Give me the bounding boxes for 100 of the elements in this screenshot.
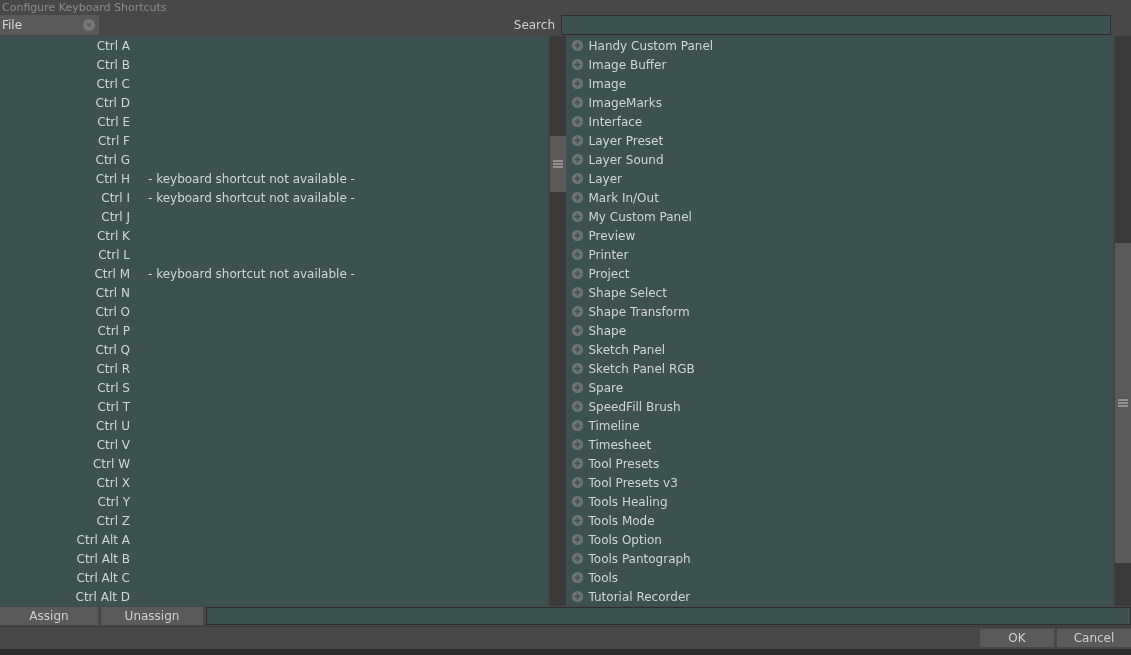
shortcut-key[interactable]: Ctrl Q [0,342,130,357]
group-item[interactable]: Interface [588,114,643,129]
shortcut-key[interactable]: Ctrl A [0,38,130,53]
group-item[interactable]: Layer Preset [588,133,664,148]
shortcut-key[interactable]: Ctrl L [0,247,130,262]
shortcut-key[interactable]: Ctrl F [0,133,130,148]
plus-icon[interactable] [571,268,583,279]
group-item[interactable]: Project [588,266,630,281]
group-item[interactable]: Shape [588,323,627,338]
shortcut-key[interactable]: Ctrl M [0,266,130,281]
shortcut-key[interactable]: Ctrl Alt B [0,551,130,566]
shortcut-key[interactable]: Ctrl Z [0,513,130,528]
plus-icon[interactable] [571,287,583,298]
group-item[interactable]: Shape Select [588,285,667,300]
plus-icon[interactable] [571,363,583,374]
group-item[interactable]: Tool Presets [588,456,660,471]
group-item[interactable]: Spare [588,380,624,395]
plus-icon[interactable] [571,116,583,127]
plus-icon[interactable] [571,173,583,184]
shortcut-key[interactable]: Ctrl R [0,361,130,376]
group-item[interactable]: Handy Custom Panel [588,38,714,53]
plus-icon[interactable] [571,97,583,108]
shortcut-key[interactable]: Ctrl J [0,209,130,224]
shortcut-key[interactable]: Ctrl Y [0,494,130,509]
group-item[interactable]: Tools Mode [588,513,655,528]
shortcut-key[interactable]: Ctrl E [0,114,130,129]
group-item[interactable]: Layer [588,171,622,186]
shortcut-key[interactable]: Ctrl O [0,304,130,319]
shortcut-key[interactable]: Ctrl Alt D [0,589,130,604]
group-item[interactable]: My Custom Panel [588,209,692,224]
plus-icon[interactable] [571,325,583,336]
shortcut-key[interactable]: Ctrl W [0,456,130,471]
plus-icon[interactable] [571,439,583,450]
group-item[interactable]: Printer [588,247,629,262]
plus-icon[interactable] [571,344,583,355]
shortcut-key[interactable]: Ctrl K [0,228,130,243]
shortcut-note: - keyboard shortcut not available - [148,171,355,186]
ok-button[interactable]: OK [980,629,1054,647]
group-item[interactable]: Shape Transform [588,304,690,319]
scrollbar-thumb[interactable] [549,136,566,192]
shortcut-key[interactable]: Ctrl H [0,171,130,186]
plus-icon[interactable] [571,591,583,602]
group-item[interactable]: SpeedFill Brush [588,399,681,414]
search-field[interactable] [561,15,1111,35]
unassign-button[interactable]: Unassign [101,607,203,625]
group-item[interactable]: Timesheet [588,437,652,452]
shortcut-key[interactable]: Ctrl I [0,190,130,205]
plus-icon[interactable] [571,534,583,545]
plus-icon[interactable] [571,553,583,564]
shortcut-key[interactable]: Ctrl P [0,323,130,338]
shortcut-key[interactable]: Ctrl N [0,285,130,300]
group-item[interactable]: Tools Option [588,532,662,547]
plus-icon[interactable] [571,135,583,146]
shortcut-key[interactable]: Ctrl S [0,380,130,395]
shortcut-field[interactable] [206,607,1131,625]
group-item[interactable]: Layer Sound [588,152,664,167]
shortcut-key[interactable]: Ctrl Alt C [0,570,130,585]
plus-icon[interactable] [571,154,583,165]
plus-icon[interactable] [571,401,583,412]
shortcut-key[interactable]: Ctrl V [0,437,130,452]
shortcut-key[interactable]: Ctrl C [0,76,130,91]
cancel-button[interactable]: Cancel [1057,629,1131,647]
group-item[interactable]: Tool Presets v3 [588,475,678,490]
plus-icon[interactable] [571,78,583,89]
plus-icon[interactable] [571,230,583,241]
group-item[interactable]: Image Buffer [588,57,667,72]
group-item[interactable]: Image [588,76,627,91]
group-item[interactable]: Sketch Panel [588,342,666,357]
group-item[interactable]: Tutorial Recorder [588,589,691,604]
plus-icon[interactable] [571,192,583,203]
group-item[interactable]: Timeline [588,418,640,433]
plus-icon[interactable] [571,211,583,222]
shortcut-key[interactable]: Ctrl B [0,57,130,72]
group-item[interactable]: Tools [588,570,619,585]
shortcut-key[interactable]: Ctrl U [0,418,130,433]
category-dropdown[interactable]: File [0,15,99,35]
shortcut-key[interactable]: Ctrl T [0,399,130,414]
group-item[interactable]: Sketch Panel RGB [588,361,695,376]
plus-icon[interactable] [571,515,583,526]
plus-icon[interactable] [571,477,583,488]
plus-icon[interactable] [571,572,583,583]
group-item[interactable]: Mark In/Out [588,190,659,205]
group-item[interactable]: Tools Pantograph [588,551,691,566]
plus-icon[interactable] [571,59,583,70]
plus-icon[interactable] [571,420,583,431]
plus-icon[interactable] [571,40,583,51]
shortcut-key[interactable]: Ctrl G [0,152,130,167]
shortcut-key[interactable]: Ctrl Alt A [0,532,130,547]
plus-icon[interactable] [571,496,583,507]
group-item[interactable]: ImageMarks [588,95,662,110]
plus-icon[interactable] [571,249,583,260]
plus-icon[interactable] [571,458,583,469]
scrollbar-thumb[interactable] [1115,243,1131,563]
group-item[interactable]: Tools Healing [588,494,668,509]
plus-icon[interactable] [571,382,583,393]
shortcut-key[interactable]: Ctrl X [0,475,130,490]
assign-button[interactable]: Assign [0,607,98,625]
shortcut-key[interactable]: Ctrl D [0,95,130,110]
plus-icon[interactable] [571,306,583,317]
group-item[interactable]: Preview [588,228,636,243]
